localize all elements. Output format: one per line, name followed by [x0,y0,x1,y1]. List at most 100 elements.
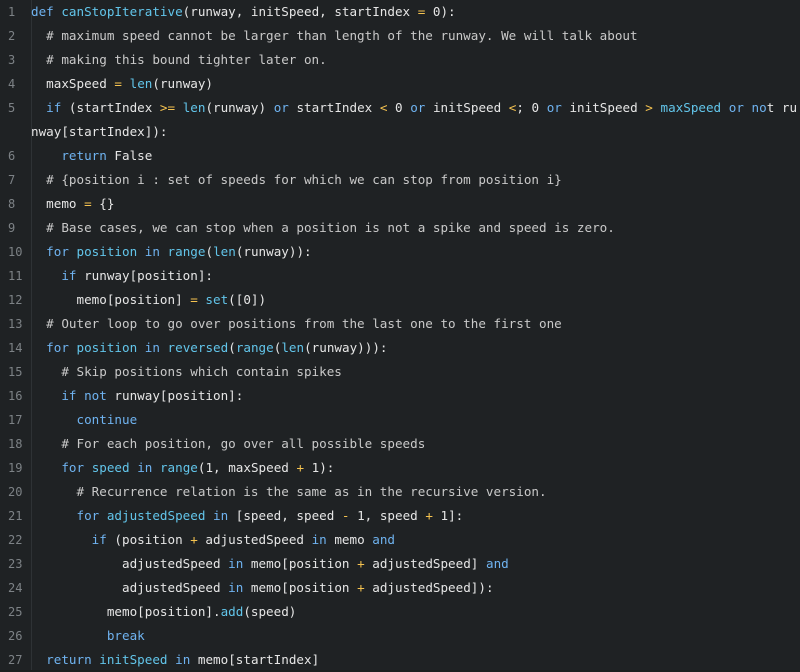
code-line[interactable]: 8 memo = {} [0,192,800,216]
code-line[interactable]: 17 continue [0,408,800,432]
comment-token: # making this bound tighter later on. [46,52,327,67]
code-line[interactable]: 10 for position in range(len(runway)): [0,240,800,264]
function-token: initSpeed [99,652,168,667]
operator-token: = [190,292,198,307]
code-line[interactable]: 25 memo[position].add(speed) [0,600,800,624]
line-number: 19 [8,461,23,475]
keyword-token: return [46,652,92,667]
function-token: position [76,340,138,355]
line-number: 18 [8,437,23,451]
line-number: 1 [8,5,16,19]
line-source: continue [31,408,800,432]
code-line[interactable]: 24 adjustedSpeed in memo[position + adju… [0,576,800,600]
function-token: set [205,292,229,307]
code-line[interactable]: 18 # For each position, go over all poss… [0,432,800,456]
line-number: 27 [8,653,23,667]
keyword-token: in [175,652,191,667]
line-source: # Recurrence relation is the same as in … [31,480,800,504]
keyword-token: in [228,580,244,595]
keyword-token: in [311,532,327,547]
code-text: (runway) [152,76,214,91]
keyword-token: and [372,532,395,547]
keyword-token: in [144,244,160,259]
line-source: # Outer loop to go over positions from t… [31,312,800,336]
code-line[interactable]: 23 adjustedSpeed in memo[position + adju… [0,552,800,576]
code-line[interactable]: 7 # {position i : set of speeds for whic… [0,168,800,192]
function-token: position [76,244,138,259]
line-number: 20 [8,485,23,499]
code-line[interactable]: 16 if not runway[position]: [0,384,800,408]
function-token: add [220,604,244,619]
code-line[interactable]: 14 for position in reversed(range(len(ru… [0,336,800,360]
code-text: 1, speed [349,508,426,523]
identifier-token: adjustedSpeed [122,556,229,571]
line-number: 16 [8,389,23,403]
line-number: 23 [8,557,23,571]
code-line[interactable]: 5 if (startIndex >= len(runway) or start… [0,96,800,144]
code-text: runway[position]: [106,388,244,403]
keyword-token: def [31,4,54,19]
comment-token: # For each position, go over all possibl… [61,436,426,451]
code-line[interactable]: 26 break [0,624,800,648]
code-line[interactable]: 6 return False [0,144,800,168]
keyword-token: in [213,508,229,523]
code-line[interactable]: 21 for adjustedSpeed in [speed, speed - … [0,504,800,528]
keyword-token: for [61,460,85,475]
line-source: adjustedSpeed in memo[position + adjuste… [31,576,800,600]
code-editor[interactable]: 1 def canStopIterative(runway, initSpeed,… [0,0,800,670]
code-text: 0 [387,100,411,115]
code-line[interactable]: 4 maxSpeed = len(runway) [0,72,800,96]
code-text: (startIndex [61,100,160,115]
code-line[interactable]: 22 if (position + adjustedSpeed in memo … [0,528,800,552]
code-text: memo[position [243,556,358,571]
function-token: len [129,76,153,91]
function-token: adjustedSpeed [106,508,206,523]
line-number: 4 [8,77,16,91]
function-token: reversed [167,340,229,355]
code-line[interactable]: 27 return initSpeed in memo[startIndex] [0,648,800,672]
line-number: 8 [8,197,16,211]
code-line[interactable]: 13 # Outer loop to go over positions fro… [0,312,800,336]
function-token: len [213,244,236,259]
code-line[interactable]: 15 # Skip positions which contain spikes [0,360,800,384]
code-line[interactable]: 19 for speed in range(1, maxSpeed + 1): [0,456,800,480]
line-source: memo[position].add(speed) [31,600,800,624]
code-line[interactable]: 3 # making this bound tighter later on. [0,48,800,72]
code-lines: 1 def canStopIterative(runway, initSpeed,… [0,0,800,672]
keyword-token: or [728,100,744,115]
line-source: for adjustedSpeed in [speed, speed - 1, … [31,504,800,528]
keyword-token: or [410,100,426,115]
code-line[interactable]: 9 # Base cases, we can stop when a posit… [0,216,800,240]
line-number: 3 [8,53,16,67]
line-number: 9 [8,221,16,235]
function-token: maxSpeed [660,100,722,115]
code-line[interactable]: 20 # Recurrence relation is the same as … [0,480,800,504]
code-line[interactable]: 2 # maximum speed cannot be larger than … [0,24,800,48]
code-text: ; 0 [516,100,547,115]
keyword-token: or [273,100,289,115]
operator-token: = [84,196,92,211]
line-source: # maximum speed cannot be larger than le… [31,24,800,48]
code-text: adjustedSpeed]): [364,580,494,595]
code-line[interactable]: 1 def canStopIterative(runway, initSpeed,… [0,0,800,24]
identifier-token: adjustedSpeed [122,580,229,595]
keyword-token: return [61,148,107,163]
identifier-token: maxSpeed [46,76,115,91]
code-line[interactable]: 11 if runway[position]: [0,264,800,288]
code-line[interactable]: 12 memo[position] = set([0]) [0,288,800,312]
